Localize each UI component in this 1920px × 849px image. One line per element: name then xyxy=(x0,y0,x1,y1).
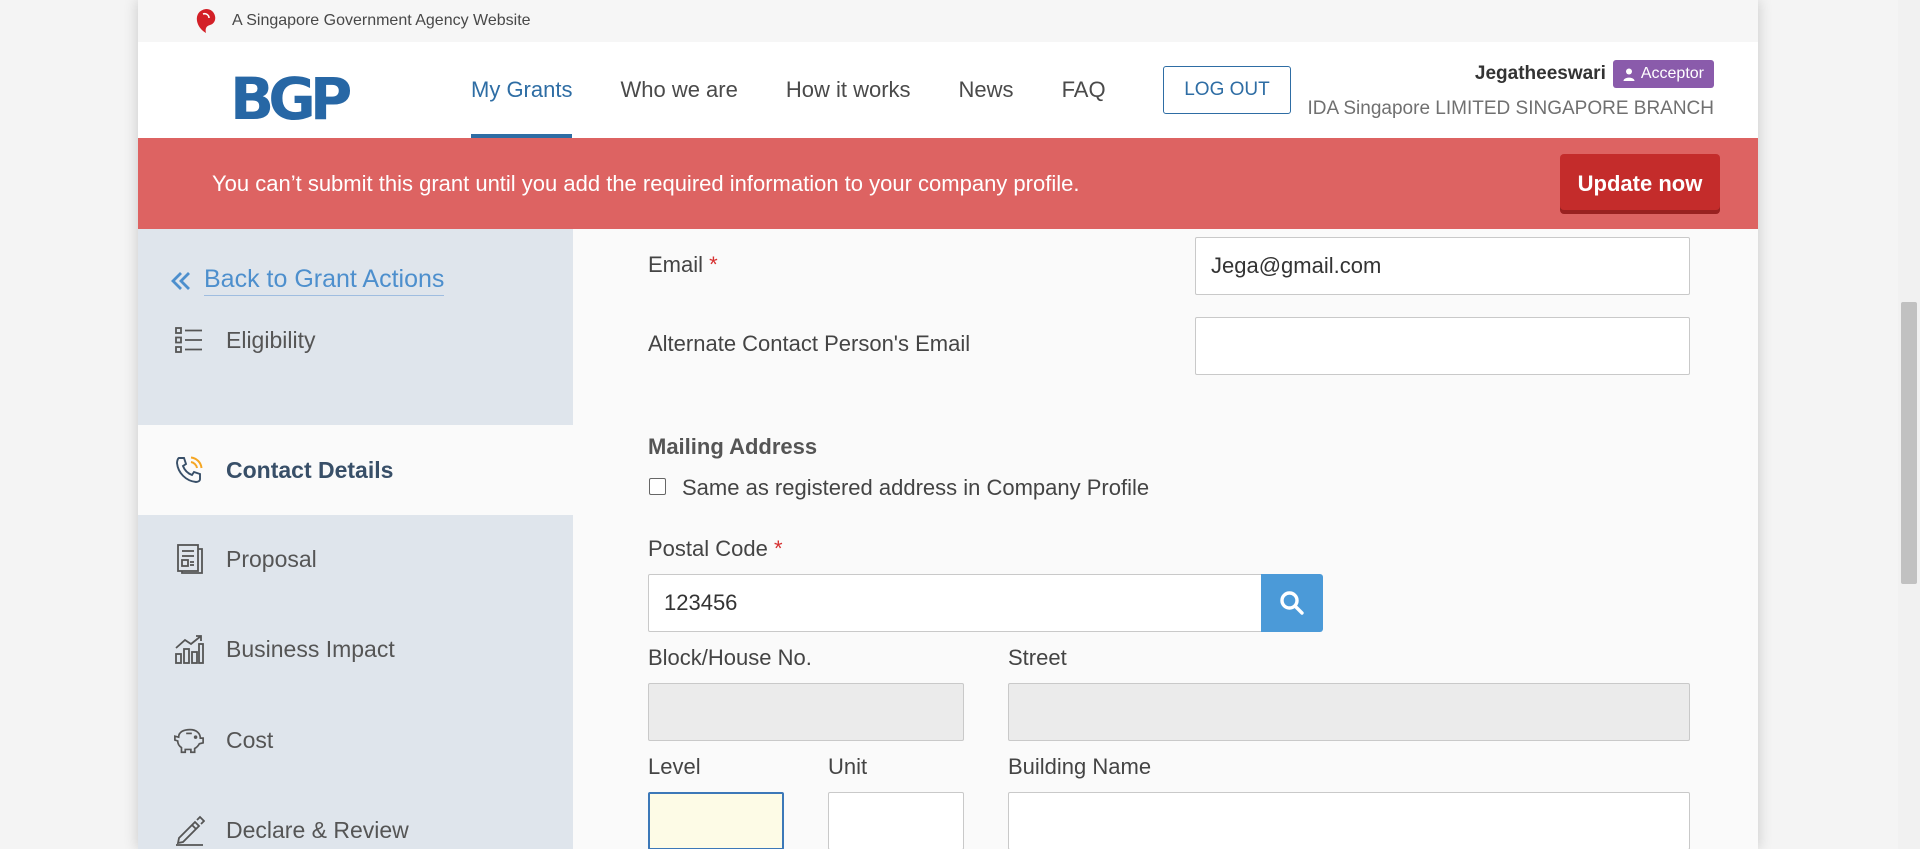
required-marker: * xyxy=(773,536,783,561)
sidebar-item-label: Eligibility xyxy=(226,326,316,353)
alt-email-label: Alternate Contact Person's Email xyxy=(648,331,971,356)
building-name-label: Building Name xyxy=(1008,754,1152,779)
profile-alert-banner: You can’t submit this grant until you ad… xyxy=(138,138,1758,229)
page: A Singapore Government Agency Website BG… xyxy=(138,0,1758,849)
list-icon xyxy=(173,324,205,356)
same-address-checkbox[interactable] xyxy=(649,478,666,495)
unit-label: Unit xyxy=(828,754,868,779)
grant-sidebar: Back to Grant Actions Eligibility Contac… xyxy=(138,229,573,849)
postal-search-button[interactable] xyxy=(1261,574,1323,632)
sidebar-item-label: Contact Details xyxy=(226,456,394,483)
bgp-logo[interactable]: BGP xyxy=(230,70,352,128)
back-to-grant-actions-link[interactable]: Back to Grant Actions xyxy=(170,265,445,296)
chart-icon xyxy=(173,633,205,665)
sidebar-item-declare-review[interactable]: Declare & Review xyxy=(138,785,573,849)
user-name: Jegatheeswari xyxy=(1474,63,1606,84)
level-label: Level xyxy=(648,754,701,779)
postal-code-label: Postal Code * xyxy=(648,536,783,561)
alt-email-field[interactable] xyxy=(1195,317,1690,375)
building-name-field[interactable] xyxy=(1008,792,1690,849)
sidebar-item-contact-details[interactable]: Contact Details xyxy=(138,425,573,515)
page-scrollbar[interactable] xyxy=(1898,0,1920,849)
piggy-bank-icon xyxy=(173,724,205,756)
sidebar-item-proposal[interactable]: Proposal xyxy=(138,514,573,604)
nav-faq[interactable]: FAQ xyxy=(1062,42,1106,138)
street-field xyxy=(1008,683,1690,741)
sidebar-item-eligibility[interactable]: Eligibility xyxy=(138,295,573,385)
nav-news[interactable]: News xyxy=(959,42,1014,138)
user-info: Jegatheeswari Acceptor IDA Singapore LIM… xyxy=(1307,60,1714,120)
gov-bar-text: A Singapore Government Agency Website xyxy=(232,12,531,29)
logout-button[interactable]: LOG OUT xyxy=(1163,66,1291,114)
back-link-label: Back to Grant Actions xyxy=(204,265,445,296)
mailing-address-title: Mailing Address xyxy=(648,434,818,459)
postal-code-field[interactable]: 123456 xyxy=(648,574,1262,632)
nav-how-it-works[interactable]: How it works xyxy=(786,42,911,138)
double-chevron-left-icon xyxy=(171,271,190,290)
main-nav: My Grants Who we are How it works News F… xyxy=(471,42,1154,138)
pen-icon xyxy=(173,814,205,846)
block-house-label: Block/House No. xyxy=(648,645,812,670)
company-name: IDA Singapore LIMITED SINGAPORE BRANCH xyxy=(1307,98,1714,119)
role-badge: Acceptor xyxy=(1612,60,1714,88)
sidebar-item-label: Business Impact xyxy=(226,635,395,662)
sidebar-item-cost[interactable]: Cost xyxy=(138,695,573,785)
site-header: BGP My Grants Who we are How it works Ne… xyxy=(138,42,1758,138)
nav-my-grants[interactable]: My Grants xyxy=(471,42,573,138)
required-marker: * xyxy=(709,252,718,277)
scrollbar-thumb[interactable] xyxy=(1901,302,1917,584)
contact-details-form: Email * Jega@gmail.com Alternate Contact… xyxy=(573,229,1758,849)
level-field[interactable] xyxy=(648,792,784,849)
same-address-label[interactable]: Same as registered address in Company Pr… xyxy=(682,475,1149,501)
document-icon xyxy=(173,543,205,575)
sidebar-item-label: Declare & Review xyxy=(226,816,409,843)
gov-bar: A Singapore Government Agency Website xyxy=(138,0,1758,42)
alert-message: You can’t submit this grant until you ad… xyxy=(212,171,1080,196)
lion-head-icon xyxy=(196,9,216,33)
block-house-field xyxy=(648,683,964,741)
email-label: Email * xyxy=(648,252,718,277)
sidebar-item-label: Proposal xyxy=(226,545,317,572)
sidebar-item-label: Cost xyxy=(226,726,274,753)
user-icon xyxy=(1623,68,1635,81)
update-now-button[interactable]: Update now xyxy=(1560,154,1720,214)
sidebar-item-business-impact[interactable]: Business Impact xyxy=(138,604,573,694)
unit-field[interactable] xyxy=(828,792,964,849)
role-label: Acceptor xyxy=(1640,65,1704,82)
phone-icon xyxy=(173,454,205,486)
nav-who-we-are[interactable]: Who we are xyxy=(620,42,737,138)
search-icon xyxy=(1280,591,1304,615)
email-field[interactable]: Jega@gmail.com xyxy=(1195,237,1690,295)
street-label: Street xyxy=(1008,645,1067,670)
